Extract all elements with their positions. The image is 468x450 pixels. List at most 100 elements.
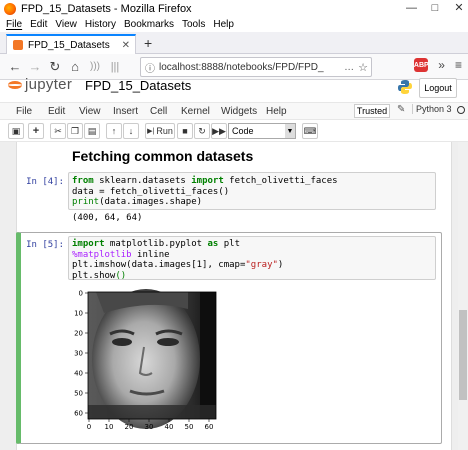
- url-text[interactable]: localhost:8888/notebooks/FPD/FPD_: [159, 62, 344, 73]
- hamburger-menu-icon[interactable]: ≡: [455, 58, 462, 72]
- image-output-plot: 0 10 20 30 40 50 60 0 10 20 30 40 50 60: [74, 289, 217, 431]
- site-info-icon[interactable]: ⓘ: [145, 60, 155, 75]
- kernel-name[interactable]: Python 3: [412, 104, 452, 114]
- x-tick-label: 60: [205, 423, 214, 431]
- x-tick-label: 10: [105, 423, 114, 431]
- move-up-button[interactable]: ↑: [106, 123, 122, 139]
- adblock-extension-icon[interactable]: ABP: [414, 58, 429, 72]
- code-token: (): [115, 270, 127, 281]
- code-token: %matplotlib: [72, 249, 132, 260]
- code-token: plt.show: [72, 270, 116, 281]
- python-logo-icon: [398, 80, 412, 94]
- jupyter-logo-icon: [8, 78, 22, 92]
- code-lines[interactable]: from sklearn.datasets import fetch_olive…: [72, 176, 338, 208]
- code-line[interactable]: from sklearn.datasets import fetch_olive…: [72, 176, 338, 187]
- forward-icon[interactable]: →: [26, 58, 44, 76]
- menu-tools[interactable]: Tools: [182, 18, 205, 32]
- code-line[interactable]: plt.imshow(data.images[1], cmap="gray"): [72, 260, 283, 271]
- page-actions-icon[interactable]: …: [344, 62, 354, 73]
- code-lines[interactable]: import matplotlib.pyplot as plt %matplotl…: [72, 239, 283, 281]
- trusted-badge[interactable]: Trusted: [354, 104, 390, 118]
- maximize-button[interactable]: □: [430, 2, 440, 14]
- close-window-button[interactable]: ✕: [454, 2, 464, 14]
- window-title: FPD_15_Datasets - Mozilla Firefox: [21, 3, 192, 15]
- notebook-toolbar: ▣ + ✂ ❐ ▤ ↑ ↓ ▶| Run ■ ↻ ▶▶ Code ▼ ⌨: [0, 120, 468, 142]
- y-tick-label: 10: [74, 310, 83, 318]
- chevron-down-icon: ▼: [285, 124, 295, 138]
- restart-run-all-button[interactable]: ▶▶: [211, 123, 227, 139]
- tab-close-icon[interactable]: ✕: [122, 40, 130, 51]
- back-icon[interactable]: ←: [6, 58, 24, 76]
- url-bar[interactable]: ⓘ localhost:8888/notebooks/FPD/FPD_ … ☆: [140, 57, 372, 77]
- home-icon[interactable]: ⌂: [66, 58, 84, 76]
- minimize-button[interactable]: —: [406, 2, 417, 14]
- code-token: plt.imshow(data.images[1], cmap=: [72, 260, 246, 270]
- y-tick-label: 40: [74, 370, 83, 378]
- jupyter-logo[interactable]: jupyter: [8, 76, 72, 93]
- menu-bookmarks[interactable]: Bookmarks: [124, 18, 174, 32]
- paste-button[interactable]: ▤: [84, 123, 100, 139]
- notebook-name[interactable]: FPD_15_Datasets: [85, 78, 191, 93]
- code-token: as: [207, 239, 219, 249]
- x-tick-label: 50: [185, 423, 194, 431]
- code-token: data = fetch_olivetti_faces(): [72, 186, 230, 197]
- new-tab-button[interactable]: +: [144, 35, 152, 51]
- interrupt-button[interactable]: ■: [177, 123, 193, 139]
- menu-history[interactable]: History: [85, 18, 116, 32]
- menu-edit[interactable]: Edit: [30, 18, 47, 32]
- jmenu-widgets[interactable]: Widgets: [221, 106, 257, 117]
- save-icon: ▣: [11, 125, 21, 136]
- run-icon: ▶|: [147, 128, 155, 135]
- restart-button[interactable]: ↻: [194, 123, 210, 139]
- cut-icon: ✂: [54, 125, 62, 136]
- overflow-menu-icon[interactable]: »: [438, 58, 445, 72]
- code-line[interactable]: print(data.images.shape): [72, 197, 338, 208]
- cell-prompt: In [5]:: [26, 240, 64, 250]
- reload-icon[interactable]: ↻: [46, 58, 64, 76]
- library-icon[interactable]: |||: [106, 58, 124, 76]
- code-line[interactable]: plt.show(): [72, 271, 283, 282]
- browser-menubar: File Edit View History Bookmarks Tools H…: [0, 18, 468, 32]
- edit-pencil-icon[interactable]: ✎: [397, 104, 405, 115]
- jmenu-kernel[interactable]: Kernel: [181, 106, 210, 117]
- y-tick-label: 60: [74, 410, 83, 418]
- run-button[interactable]: ▶| Run: [145, 123, 175, 139]
- arrow-down-icon: ↓: [128, 126, 134, 136]
- x-tick-label: 20: [125, 423, 134, 431]
- code-token: matplotlib.pyplot: [104, 239, 208, 249]
- jmenu-view[interactable]: View: [79, 106, 101, 117]
- save-button[interactable]: ▣: [8, 123, 24, 139]
- code-token: (data.images.shape): [99, 197, 203, 207]
- tab-strip: FPD_15_Datasets ✕ +: [0, 32, 468, 54]
- cell-type-select[interactable]: Code ▼: [228, 123, 296, 139]
- scrollbar-track[interactable]: [458, 142, 468, 450]
- menu-file[interactable]: File: [6, 18, 22, 32]
- logout-button[interactable]: Logout: [419, 78, 457, 98]
- menu-view[interactable]: View: [55, 18, 77, 32]
- copy-button[interactable]: ❐: [67, 123, 83, 139]
- jmenu-help[interactable]: Help: [266, 106, 287, 117]
- insert-cell-button[interactable]: +: [28, 123, 44, 139]
- command-palette-button[interactable]: ⌨: [302, 123, 318, 139]
- jmenu-file[interactable]: File: [16, 106, 32, 117]
- y-tick-label: 0: [79, 290, 83, 298]
- menu-help[interactable]: Help: [213, 18, 234, 32]
- code-line[interactable]: data = fetch_olivetti_faces(): [72, 187, 338, 198]
- jmenu-edit[interactable]: Edit: [48, 106, 65, 117]
- code-line[interactable]: import matplotlib.pyplot as plt: [72, 239, 283, 250]
- jmenu-cell[interactable]: Cell: [150, 106, 167, 117]
- tab-active[interactable]: FPD_15_Datasets ✕: [6, 34, 136, 54]
- cut-button[interactable]: ✂: [50, 123, 66, 139]
- move-down-button[interactable]: ↓: [123, 123, 139, 139]
- rss-icon[interactable]: ))): [86, 58, 104, 76]
- code-token: print: [72, 197, 100, 207]
- scrollbar-thumb[interactable]: [459, 310, 467, 400]
- firefox-icon: [4, 3, 16, 15]
- code-token: sklearn.datasets: [93, 176, 192, 186]
- stop-icon: ■: [182, 126, 188, 136]
- jmenu-insert[interactable]: Insert: [113, 106, 138, 117]
- code-token: from: [72, 176, 94, 186]
- bookmark-star-icon[interactable]: ☆: [358, 61, 368, 74]
- copy-icon: ❐: [70, 125, 80, 136]
- code-line[interactable]: %matplotlib inline: [72, 250, 283, 261]
